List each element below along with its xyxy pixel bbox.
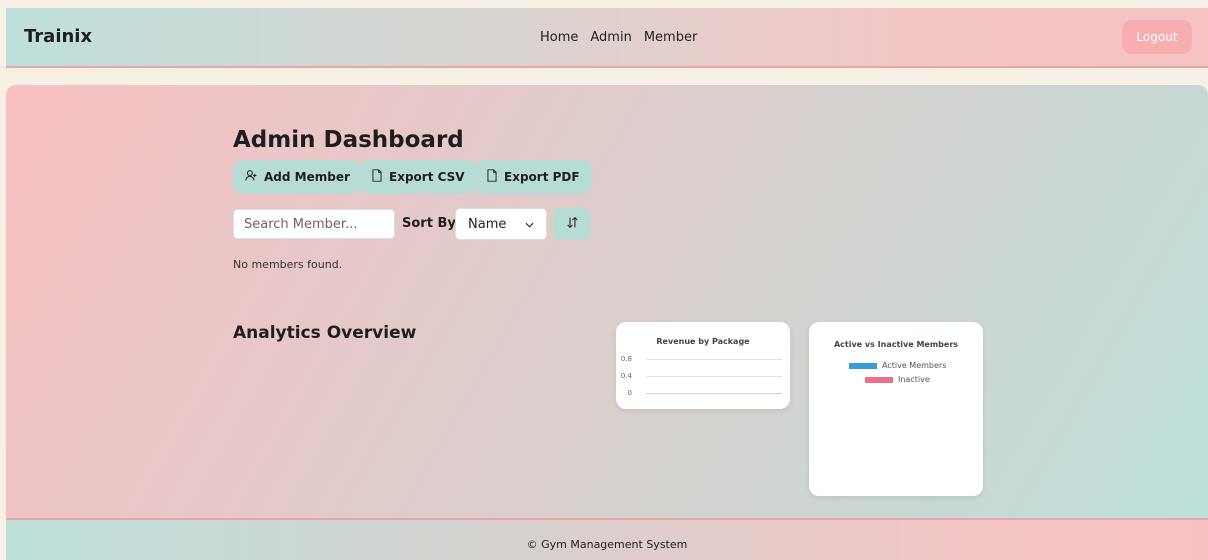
- sort-order-toggle-button[interactable]: [553, 208, 591, 240]
- empty-members-message: No members found.: [233, 258, 343, 271]
- members-chart-title: Active vs Inactive Members: [833, 340, 959, 349]
- brand-logo[interactable]: Trainix: [24, 26, 92, 47]
- analytics-title: Analytics Overview: [233, 323, 417, 343]
- sort-by-label: Sort By:: [402, 216, 462, 231]
- add-member-label: Add Member: [264, 170, 350, 184]
- page-title: Admin Dashboard: [233, 127, 464, 153]
- sort-select[interactable]: Name: [455, 208, 547, 240]
- chart-gridline: [646, 376, 782, 377]
- file-icon: [371, 169, 383, 185]
- legend-item-active[interactable]: Active Members: [849, 361, 946, 370]
- file-icon: [486, 169, 498, 185]
- chart-x-axis: [646, 393, 782, 394]
- logout-button[interactable]: Logout: [1122, 20, 1192, 54]
- top-navbar: Trainix Home Admin Member Logout: [6, 8, 1208, 68]
- sort-arrows-icon: [566, 216, 579, 232]
- chevron-down-icon: [525, 217, 534, 232]
- legend-swatch: [849, 362, 877, 369]
- search-input[interactable]: [233, 209, 395, 239]
- members-chart-card: Active vs Inactive Members Active Member…: [809, 322, 983, 496]
- legend-label: Inactive: [898, 375, 930, 384]
- export-csv-label: Export CSV: [389, 170, 465, 184]
- y-tick-label: 0.4: [620, 372, 632, 380]
- export-csv-button[interactable]: Export CSV: [359, 160, 477, 194]
- export-pdf-button[interactable]: Export PDF: [474, 160, 592, 194]
- revenue-chart-title: Revenue by Package: [656, 337, 750, 346]
- add-user-icon: [245, 169, 258, 185]
- y-tick-label: 0.8: [620, 355, 632, 363]
- legend-swatch: [865, 376, 893, 383]
- page-footer: © Gym Management System: [6, 518, 1208, 560]
- chart-gridline: [646, 359, 782, 360]
- revenue-chart-card: Revenue by Package 0.8 0.4 0: [616, 322, 790, 409]
- nav-home-link[interactable]: Home: [540, 30, 578, 45]
- y-tick-label: 0: [627, 389, 632, 397]
- legend-item-inactive[interactable]: Inactive: [865, 375, 930, 384]
- legend-label: Active Members: [882, 361, 947, 370]
- dashboard-panel: Admin Dashboard Add Member Export CSV Ex…: [6, 85, 1208, 520]
- nav-member-link[interactable]: Member: [644, 30, 697, 45]
- add-member-button[interactable]: Add Member: [233, 160, 362, 194]
- export-pdf-label: Export PDF: [504, 170, 580, 184]
- sort-select-value: Name: [468, 216, 507, 232]
- main-nav: Home Admin Member: [540, 30, 697, 45]
- nav-admin-link[interactable]: Admin: [590, 30, 631, 45]
